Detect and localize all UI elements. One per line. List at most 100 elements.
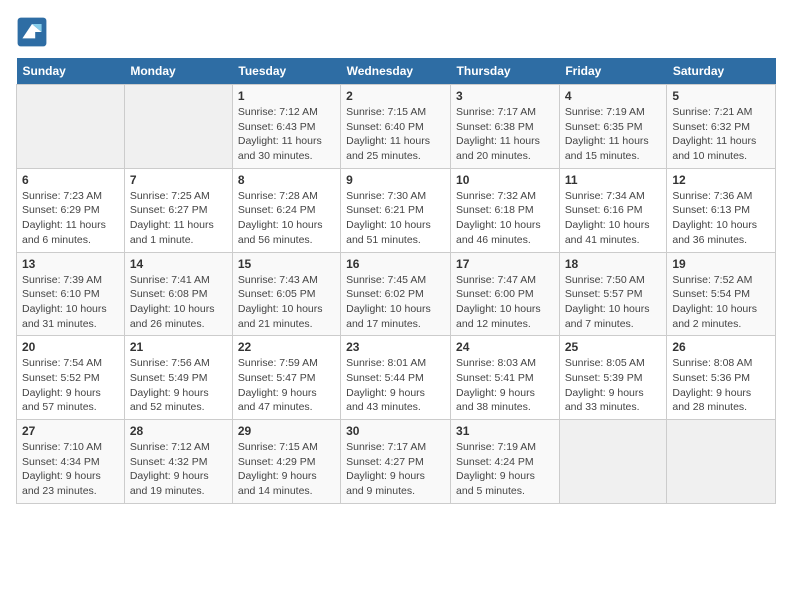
day-number: 10 (456, 173, 554, 187)
calendar-day-6: 6 Sunrise: 7:23 AM Sunset: 6:29 PM Daylig… (17, 168, 125, 252)
day-info: Sunrise: 7:10 AM Sunset: 4:34 PM Dayligh… (22, 440, 119, 499)
calendar-day-14: 14 Sunrise: 7:41 AM Sunset: 6:08 PM Dayli… (124, 252, 232, 336)
day-info: Sunrise: 7:12 AM Sunset: 6:43 PM Dayligh… (238, 105, 335, 164)
day-info: Sunrise: 7:19 AM Sunset: 6:35 PM Dayligh… (565, 105, 662, 164)
day-info: Sunrise: 7:56 AM Sunset: 5:49 PM Dayligh… (130, 356, 227, 415)
day-number: 14 (130, 257, 227, 271)
day-info: Sunrise: 7:36 AM Sunset: 6:13 PM Dayligh… (672, 189, 770, 248)
day-number: 30 (346, 424, 445, 438)
calendar-week-3: 13 Sunrise: 7:39 AM Sunset: 6:10 PM Dayli… (17, 252, 776, 336)
calendar-day-3: 3 Sunrise: 7:17 AM Sunset: 6:38 PM Daylig… (451, 85, 560, 169)
day-number: 31 (456, 424, 554, 438)
day-number: 23 (346, 340, 445, 354)
calendar-week-1: 1 Sunrise: 7:12 AM Sunset: 6:43 PM Daylig… (17, 85, 776, 169)
calendar-empty-cell (124, 85, 232, 169)
calendar-day-21: 21 Sunrise: 7:56 AM Sunset: 5:49 PM Dayli… (124, 336, 232, 420)
weekday-header-tuesday: Tuesday (232, 58, 340, 85)
day-info: Sunrise: 7:32 AM Sunset: 6:18 PM Dayligh… (456, 189, 554, 248)
calendar-day-7: 7 Sunrise: 7:25 AM Sunset: 6:27 PM Daylig… (124, 168, 232, 252)
calendar-day-4: 4Sunrise: 7:19 AM Sunset: 6:35 PM Daylig… (559, 85, 667, 169)
calendar-week-5: 27Sunrise: 7:10 AM Sunset: 4:34 PM Dayli… (17, 420, 776, 504)
day-number: 19 (672, 257, 770, 271)
day-number: 25 (565, 340, 662, 354)
day-info: Sunrise: 7:17 AM Sunset: 6:38 PM Dayligh… (456, 105, 554, 164)
weekday-header-thursday: Thursday (451, 58, 560, 85)
day-info: Sunrise: 7:12 AM Sunset: 4:32 PM Dayligh… (130, 440, 227, 499)
day-number: 13 (22, 257, 119, 271)
day-info: Sunrise: 8:01 AM Sunset: 5:44 PM Dayligh… (346, 356, 445, 415)
calendar-day-24: 24Sunrise: 8:03 AM Sunset: 5:41 PM Dayli… (451, 336, 560, 420)
day-info: Sunrise: 7:52 AM Sunset: 5:54 PM Dayligh… (672, 273, 770, 332)
weekday-header-saturday: Saturday (667, 58, 776, 85)
day-number: 7 (130, 173, 227, 187)
day-info: Sunrise: 7:30 AM Sunset: 6:21 PM Dayligh… (346, 189, 445, 248)
day-number: 28 (130, 424, 227, 438)
calendar-day-20: 20Sunrise: 7:54 AM Sunset: 5:52 PM Dayli… (17, 336, 125, 420)
day-number: 17 (456, 257, 554, 271)
day-number: 11 (565, 173, 662, 187)
day-info: Sunrise: 8:05 AM Sunset: 5:39 PM Dayligh… (565, 356, 662, 415)
day-info: Sunrise: 7:28 AM Sunset: 6:24 PM Dayligh… (238, 189, 335, 248)
weekday-header-friday: Friday (559, 58, 667, 85)
calendar-week-2: 6 Sunrise: 7:23 AM Sunset: 6:29 PM Daylig… (17, 168, 776, 252)
day-number: 16 (346, 257, 445, 271)
calendar-day-1: 1 Sunrise: 7:12 AM Sunset: 6:43 PM Daylig… (232, 85, 340, 169)
day-info: Sunrise: 7:25 AM Sunset: 6:27 PM Dayligh… (130, 189, 227, 248)
page-header (16, 16, 776, 48)
calendar-day-29: 29 Sunrise: 7:15 AM Sunset: 4:29 PM Dayli… (232, 420, 340, 504)
calendar-day-17: 17Sunrise: 7:47 AM Sunset: 6:00 PM Dayli… (451, 252, 560, 336)
calendar-day-18: 18 Sunrise: 7:50 AM Sunset: 5:57 PM Dayli… (559, 252, 667, 336)
day-info: Sunrise: 7:15 AM Sunset: 4:29 PM Dayligh… (238, 440, 335, 499)
day-info: Sunrise: 7:23 AM Sunset: 6:29 PM Dayligh… (22, 189, 119, 248)
calendar-day-26: 26 Sunrise: 8:08 AM Sunset: 5:36 PM Dayli… (667, 336, 776, 420)
calendar-day-19: 19 Sunrise: 7:52 AM Sunset: 5:54 PM Dayli… (667, 252, 776, 336)
weekday-header-sunday: Sunday (17, 58, 125, 85)
day-info: Sunrise: 7:59 AM Sunset: 5:47 PM Dayligh… (238, 356, 335, 415)
calendar-day-31: 31 Sunrise: 7:19 AM Sunset: 4:24 PM Dayli… (451, 420, 560, 504)
day-info: Sunrise: 7:50 AM Sunset: 5:57 PM Dayligh… (565, 273, 662, 332)
day-number: 9 (346, 173, 445, 187)
day-number: 12 (672, 173, 770, 187)
calendar-day-11: 11 Sunrise: 7:34 AM Sunset: 6:16 PM Dayli… (559, 168, 667, 252)
day-info: Sunrise: 7:17 AM Sunset: 4:27 PM Dayligh… (346, 440, 445, 499)
day-number: 29 (238, 424, 335, 438)
day-number: 18 (565, 257, 662, 271)
day-number: 20 (22, 340, 119, 354)
weekday-header-wednesday: Wednesday (341, 58, 451, 85)
day-info: Sunrise: 8:03 AM Sunset: 5:41 PM Dayligh… (456, 356, 554, 415)
calendar-empty-cell (559, 420, 667, 504)
calendar-table: SundayMondayTuesdayWednesdayThursdayFrid… (16, 58, 776, 504)
logo-icon (16, 16, 48, 48)
day-number: 22 (238, 340, 335, 354)
calendar-day-28: 28 Sunrise: 7:12 AM Sunset: 4:32 PM Dayli… (124, 420, 232, 504)
calendar-day-12: 12 Sunrise: 7:36 AM Sunset: 6:13 PM Dayli… (667, 168, 776, 252)
day-number: 21 (130, 340, 227, 354)
calendar-day-16: 16 Sunrise: 7:45 AM Sunset: 6:02 PM Dayli… (341, 252, 451, 336)
calendar-day-9: 9 Sunrise: 7:30 AM Sunset: 6:21 PM Daylig… (341, 168, 451, 252)
day-info: Sunrise: 7:45 AM Sunset: 6:02 PM Dayligh… (346, 273, 445, 332)
day-number: 15 (238, 257, 335, 271)
calendar-day-8: 8 Sunrise: 7:28 AM Sunset: 6:24 PM Daylig… (232, 168, 340, 252)
day-info: Sunrise: 7:19 AM Sunset: 4:24 PM Dayligh… (456, 440, 554, 499)
day-number: 6 (22, 173, 119, 187)
calendar-day-13: 13 Sunrise: 7:39 AM Sunset: 6:10 PM Dayli… (17, 252, 125, 336)
day-number: 8 (238, 173, 335, 187)
day-number: 26 (672, 340, 770, 354)
day-info: Sunrise: 8:08 AM Sunset: 5:36 PM Dayligh… (672, 356, 770, 415)
day-number: 1 (238, 89, 335, 103)
day-info: Sunrise: 7:39 AM Sunset: 6:10 PM Dayligh… (22, 273, 119, 332)
day-info: Sunrise: 7:34 AM Sunset: 6:16 PM Dayligh… (565, 189, 662, 248)
calendar-day-25: 25 Sunrise: 8:05 AM Sunset: 5:39 PM Dayli… (559, 336, 667, 420)
day-info: Sunrise: 7:41 AM Sunset: 6:08 PM Dayligh… (130, 273, 227, 332)
day-info: Sunrise: 7:21 AM Sunset: 6:32 PM Dayligh… (672, 105, 770, 164)
day-number: 3 (456, 89, 554, 103)
weekday-header-row: SundayMondayTuesdayWednesdayThursdayFrid… (17, 58, 776, 85)
day-number: 5 (672, 89, 770, 103)
day-info: Sunrise: 7:43 AM Sunset: 6:05 PM Dayligh… (238, 273, 335, 332)
day-number: 2 (346, 89, 445, 103)
calendar-empty-cell (667, 420, 776, 504)
calendar-day-2: 2Sunrise: 7:15 AM Sunset: 6:40 PM Daylig… (341, 85, 451, 169)
calendar-empty-cell (17, 85, 125, 169)
calendar-week-4: 20Sunrise: 7:54 AM Sunset: 5:52 PM Dayli… (17, 336, 776, 420)
calendar-day-22: 22 Sunrise: 7:59 AM Sunset: 5:47 PM Dayli… (232, 336, 340, 420)
